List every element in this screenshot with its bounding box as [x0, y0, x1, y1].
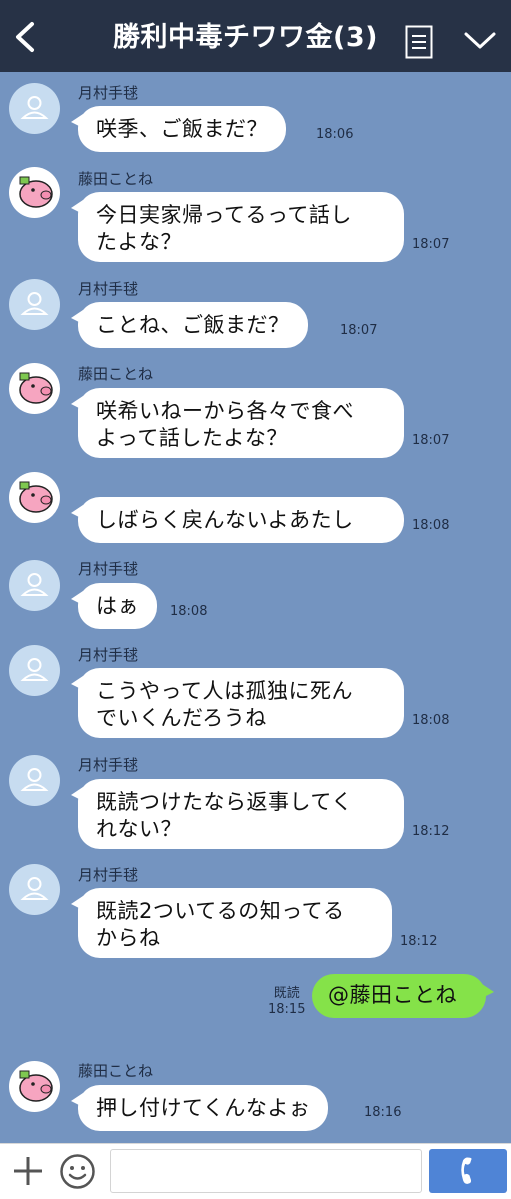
message-input-bar — [0, 1143, 511, 1199]
read-label: 既読 — [273, 986, 300, 1001]
chevron-down-icon[interactable] — [463, 30, 497, 52]
sender-name: 藤田ことね — [78, 1062, 154, 1080]
call-button[interactable] — [429, 1149, 507, 1193]
pig-avatar-icon[interactable] — [9, 363, 60, 414]
message-time: 18:08 — [412, 713, 450, 728]
sender-name: 月村手毬 — [78, 866, 139, 884]
message-bubble[interactable]: 今日実家帰ってるって話し たよな？ — [71, 192, 404, 262]
message-time: 18:12 — [412, 824, 450, 839]
message-bubble[interactable]: こうやって人は孤独に死ん でいくんだろうね — [71, 668, 404, 738]
plus-icon[interactable] — [11, 1154, 45, 1188]
menu-icon[interactable] — [405, 25, 433, 59]
default-avatar-icon[interactable] — [9, 864, 60, 915]
sender-name: 月村手毬 — [78, 756, 139, 774]
message-time: 18:07 — [412, 237, 450, 252]
message-bubble[interactable]: 既読2ついてるの知ってる からね — [71, 888, 392, 958]
default-avatar-icon[interactable] — [9, 83, 60, 134]
message-bubble[interactable]: 咲希いねーから各々で食べ よって話したよな？ — [71, 388, 404, 458]
message-time: 18:08 — [412, 518, 450, 533]
sender-name: 月村手毬 — [78, 280, 139, 298]
message-time: 18:15 — [268, 1002, 306, 1017]
message-bubble[interactable]: はぁ — [71, 583, 157, 629]
sender-name: 藤田ことね — [78, 365, 154, 383]
own-message-bubble[interactable]: @藤田ことね — [312, 974, 494, 1018]
message-time: 18:12 — [400, 934, 438, 949]
emoji-icon[interactable] — [59, 1153, 96, 1190]
default-avatar-icon[interactable] — [9, 755, 60, 806]
phone-icon — [461, 1157, 472, 1184]
sender-name: 月村手毬 — [78, 646, 139, 664]
message-time: 18:07 — [412, 433, 450, 448]
read-receipt: 既読 18:15 — [268, 986, 305, 1018]
message-time: 18:16 — [364, 1105, 402, 1120]
message-bubble[interactable]: 既読つけたなら返事してく れない？ — [71, 779, 404, 849]
default-avatar-icon[interactable] — [9, 645, 60, 696]
message-bubble[interactable]: ことね、ご飯まだ？ — [71, 302, 308, 348]
default-avatar-icon[interactable] — [9, 279, 60, 330]
pig-avatar-icon[interactable] — [9, 167, 60, 218]
sender-name: 月村手毬 — [78, 84, 139, 102]
pig-avatar-icon[interactable] — [9, 472, 60, 523]
chat-header: 勝利中毒チワワ金(3) — [0, 0, 511, 72]
default-avatar-icon[interactable] — [9, 560, 60, 611]
message-bubble[interactable]: 押し付けてくんなよぉ — [70, 1085, 329, 1131]
sender-name: 藤田ことね — [78, 170, 154, 188]
chat-title: 勝利中毒チワワ金(3) — [113, 22, 378, 53]
message-time: 18:07 — [340, 323, 378, 338]
pig-avatar-icon[interactable] — [9, 1061, 60, 1112]
message-time: 18:08 — [170, 604, 208, 619]
message-bubble[interactable]: 咲季、ご飯まだ？ — [71, 106, 286, 152]
sender-name: 月村手毬 — [78, 560, 139, 578]
message-time: 18:06 — [316, 127, 354, 142]
message-input[interactable] — [110, 1149, 422, 1193]
message-bubble[interactable]: しばらく戻んないよあたし — [71, 497, 404, 543]
